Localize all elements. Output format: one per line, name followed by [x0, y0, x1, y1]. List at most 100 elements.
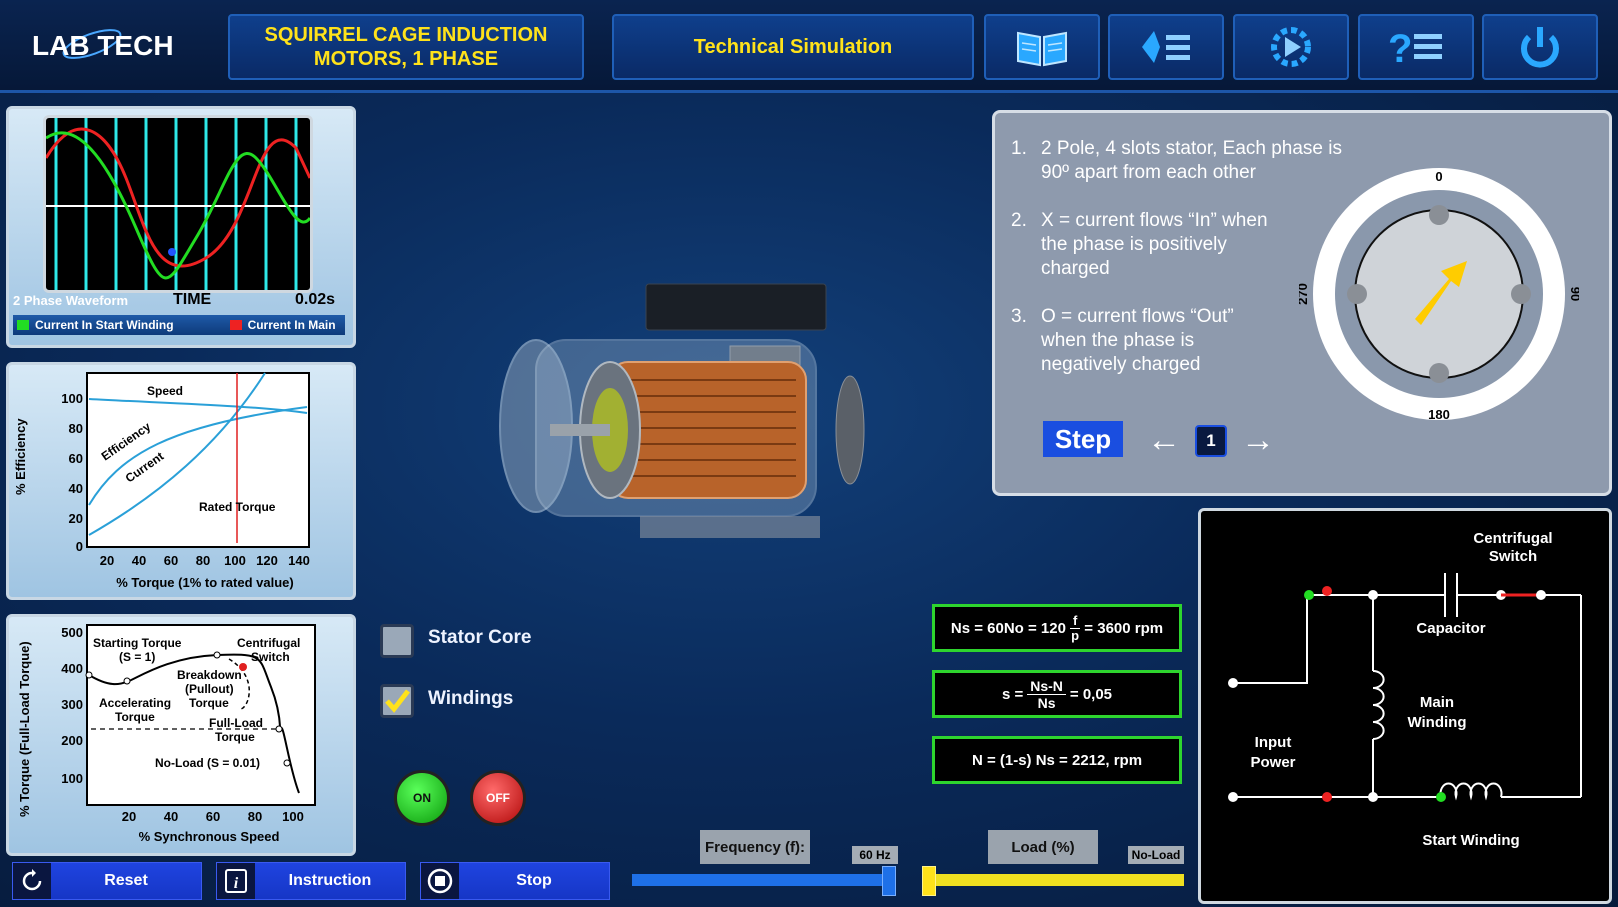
frequency-slider-track[interactable] [632, 874, 894, 886]
switch-label: Switch [1489, 548, 1537, 565]
dial-label-top: 0 [1435, 169, 1442, 184]
logo-graphic: LAB TECH [32, 29, 174, 61]
terminal-box [645, 283, 827, 331]
motor-3d-view[interactable] [490, 280, 890, 560]
waveform-time-label: TIME [173, 291, 212, 308]
start-winding-label: Start Winding [1422, 832, 1519, 849]
dial-graphic: 0 180 270 90 [1295, 168, 1583, 422]
app-title-line2: MOTORS, 1 PHASE [313, 48, 499, 70]
dial-slot-top [1429, 205, 1449, 225]
dial-label-bottom: 180 [1428, 407, 1450, 421]
accelerating-point [123, 677, 131, 685]
torque-xtick: 80 [248, 809, 262, 824]
stop-button[interactable]: Stop [420, 862, 610, 900]
centrifugal-label: Centrifugal [1473, 530, 1552, 547]
main-label: Main [1420, 694, 1454, 711]
rotor-speed-formula: N = (1-s) Ns = 2212, rpm [932, 736, 1182, 784]
next-step-button[interactable]: → [1241, 421, 1275, 460]
step-line: negatively charged [1041, 354, 1201, 375]
reset-button[interactable]: Reset [12, 862, 202, 900]
s-frac-num: Ns-N [1027, 678, 1066, 695]
eff-xtick: 80 [196, 553, 210, 568]
circuit-node [1368, 590, 1378, 600]
circuit-node-red [1322, 586, 1332, 596]
step-item-2: 2. X = current flows “In” when the phase … [1011, 209, 1268, 281]
torque-xtick: 100 [282, 809, 304, 824]
load-slider-track[interactable] [922, 874, 1184, 886]
dial-label-right: 90 [1568, 287, 1579, 301]
synchronous-speed-formula: Ns = 60No = 120 f p = 3600 rpm [932, 604, 1182, 652]
list-button[interactable] [1108, 14, 1224, 80]
input-terminal-bottom [1228, 792, 1238, 802]
on-button[interactable]: ON [394, 770, 450, 826]
eff-ytick: 20 [69, 511, 83, 526]
torque-chart-panel: % Torque (Full-Load Torque) 100 200 300 … [6, 614, 356, 856]
stator-core-label: Stator Core [428, 627, 532, 648]
dial-slot-left [1347, 284, 1367, 304]
torque-xtick: 60 [206, 809, 220, 824]
reset-icon [13, 863, 51, 899]
s-suffix: = 0,05 [1069, 685, 1113, 703]
pullout-label: (Pullout) [185, 682, 234, 696]
instruction-button[interactable]: i Instruction [216, 862, 406, 900]
windings-checkbox[interactable] [380, 684, 414, 718]
power-button[interactable] [1482, 14, 1598, 80]
s-prefix: s = [1001, 685, 1024, 703]
torque-xtick: 20 [122, 809, 136, 824]
circuit-node-green [1436, 792, 1446, 802]
eff-ytick: 0 [76, 539, 83, 554]
step-line: X = current flows “In” when [1041, 210, 1268, 231]
ns-suffix: = 3600 rpm [1084, 619, 1164, 637]
eff-xtick: 100 [224, 553, 246, 568]
simulate-button[interactable] [1233, 14, 1349, 80]
torque-ytick: 300 [61, 697, 83, 712]
waveform-panel: 2 Phase Waveform TIME 0.02s Current In S… [6, 106, 356, 348]
rated-torque-label: Rated Torque [199, 500, 276, 514]
input-terminal-top [1228, 678, 1238, 688]
stator-core-checkbox[interactable] [380, 624, 414, 658]
play-gear-icon [1271, 27, 1311, 67]
circuit-node [1368, 792, 1378, 802]
eff-xtick: 120 [256, 553, 278, 568]
efficiency-xlabel: % Torque (1% to rated value) [116, 575, 293, 590]
motor-base [640, 516, 820, 538]
step-item-1: 1. 2 Pole, 4 slots stator, Each phase is … [1011, 137, 1342, 185]
motor-shaft [550, 424, 610, 436]
stop-label: Stop [516, 872, 552, 889]
torque-chart: % Torque (Full-Load Torque) 100 200 300 … [17, 624, 316, 844]
step-label: Step [1043, 421, 1123, 457]
waveform-legend: Current In Start Winding Current In Main [13, 315, 345, 335]
off-button[interactable]: OFF [470, 770, 526, 826]
frequency-value: 60 Hz [852, 846, 898, 864]
main-legend-label: Current In Main [247, 318, 336, 332]
help-list-icon: ? [1388, 27, 1442, 68]
rear-cap [835, 375, 865, 485]
n-formula: N = (1-s) Ns = 2212, rpm [971, 751, 1143, 769]
efficiency-chart-panel: % Efficiency 0 20 40 60 80 100 20 40 60 … [6, 362, 356, 600]
steps-panel: 1. 2 Pole, 4 slots stator, Each phase is … [992, 110, 1612, 496]
stator-dial: 0 180 270 90 [1295, 167, 1583, 422]
technical-simulation-button[interactable]: Technical Simulation [612, 14, 974, 80]
input-label: Input [1255, 734, 1292, 751]
book-button[interactable] [984, 14, 1100, 80]
frequency-slider-thumb[interactable] [882, 866, 896, 896]
motor-illustration [499, 283, 865, 538]
efficiency-chart: % Efficiency 0 20 40 60 80 100 20 40 60 … [13, 372, 310, 590]
power-label: Power [1250, 754, 1295, 771]
help-button[interactable]: ? [1358, 14, 1474, 80]
step-line: charged [1041, 258, 1110, 279]
full-load-label: Full-Load [209, 716, 263, 730]
step-line: O = current flows “Out” [1041, 306, 1234, 327]
previous-step-button[interactable]: ← [1147, 421, 1181, 460]
ns-frac-num: f [1069, 613, 1081, 629]
efficiency-ylabel: % Efficiency [13, 418, 28, 495]
load-value: No-Load [1128, 846, 1184, 864]
waveform-plot [44, 118, 312, 290]
load-slider-thumb[interactable] [922, 866, 936, 896]
step-item-3: 3. O = current flows “Out” when the phase… [1011, 305, 1234, 377]
full-load-point [275, 725, 283, 733]
torque-ylabel: % Torque (Full-Load Torque) [17, 641, 32, 817]
svg-text:i: i [234, 875, 239, 892]
reset-label: Reset [104, 872, 148, 889]
on-label: ON [413, 791, 431, 805]
